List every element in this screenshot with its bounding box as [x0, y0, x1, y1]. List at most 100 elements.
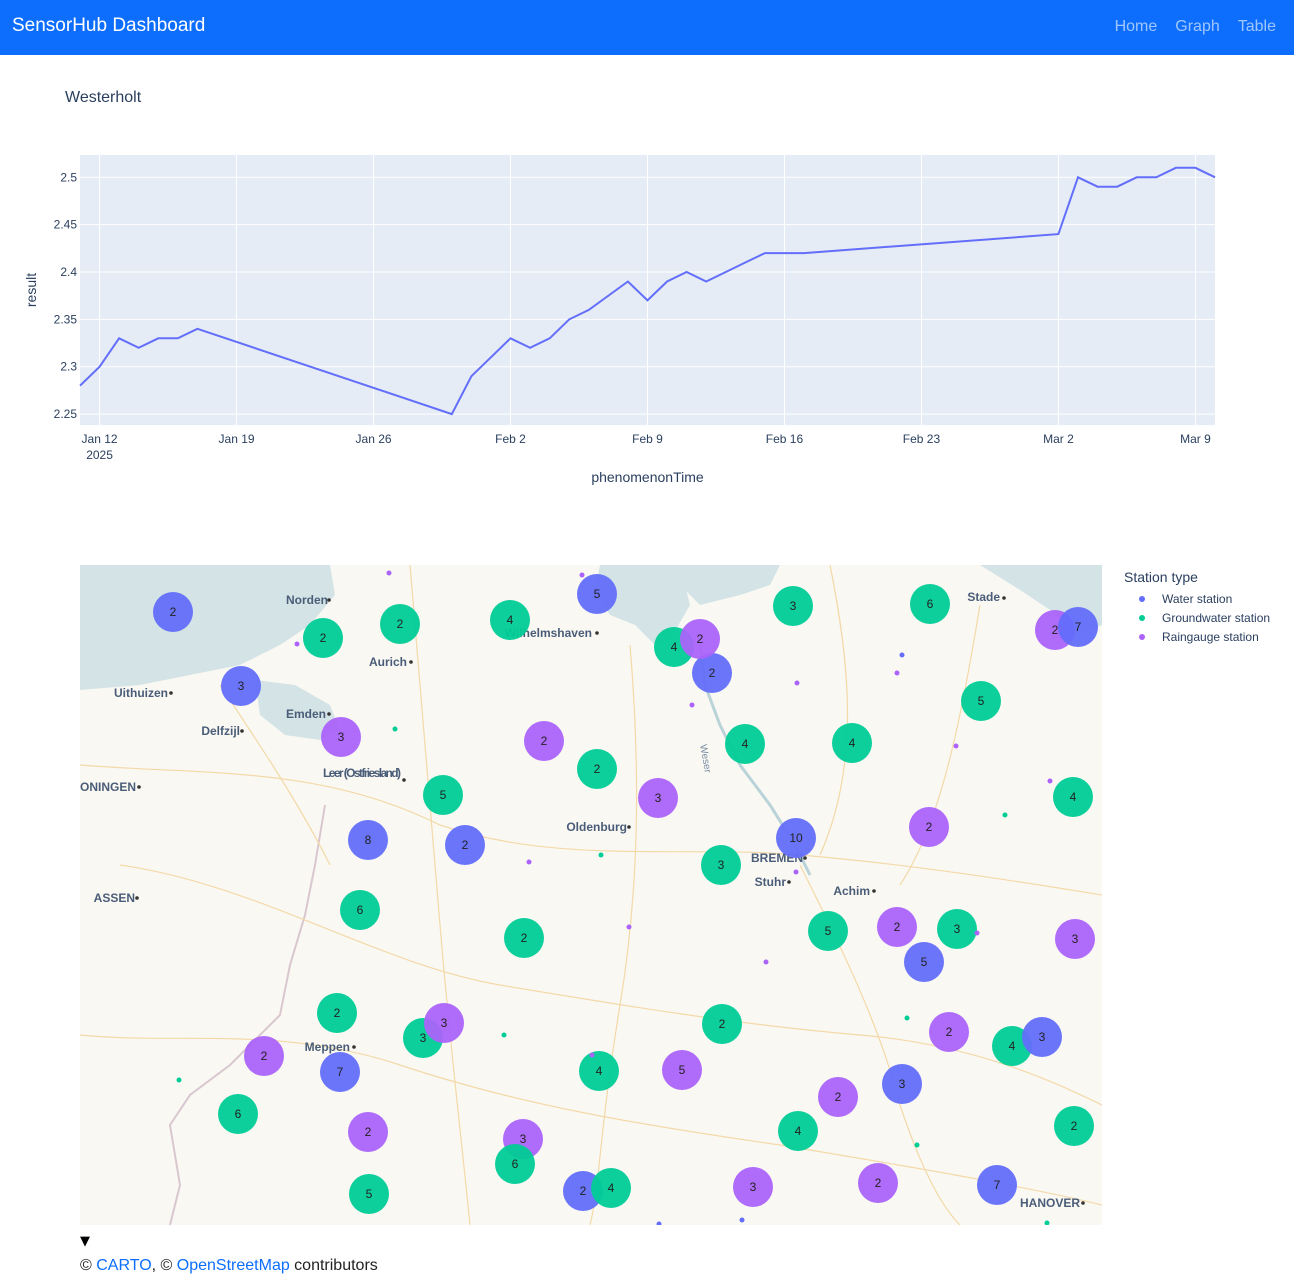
station-cluster[interactable]: 3	[1055, 919, 1095, 959]
station-cluster[interactable]: 4	[725, 724, 765, 764]
station-dot[interactable]	[579, 572, 585, 578]
station-cluster[interactable]: 5	[808, 911, 848, 951]
station-dot[interactable]	[914, 1142, 920, 1148]
station-dot[interactable]	[386, 570, 392, 576]
station-cluster[interactable]: 2	[877, 907, 917, 947]
city-label: Delfzijl	[201, 724, 240, 738]
nav-link-graph[interactable]: Graph	[1175, 18, 1219, 36]
station-cluster[interactable]: 2	[680, 619, 720, 659]
station-cluster[interactable]: 6	[495, 1144, 535, 1184]
station-dot[interactable]	[974, 930, 980, 936]
station-cluster[interactable]: 2	[303, 618, 343, 658]
nav-link-home[interactable]: Home	[1115, 18, 1158, 36]
station-dot[interactable]	[626, 924, 632, 930]
brand-title[interactable]: SensorHub Dashboard	[12, 15, 205, 37]
station-cluster[interactable]: 7	[977, 1165, 1017, 1205]
station-cluster[interactable]: 2	[445, 825, 485, 865]
station-cluster[interactable]: 4	[832, 723, 872, 763]
details-toggle-icon[interactable]: ▼	[80, 1234, 90, 1249]
station-dot[interactable]	[794, 680, 800, 686]
station-dot[interactable]	[656, 1221, 662, 1226]
station-dot[interactable]	[501, 1032, 507, 1038]
station-cluster[interactable]: 3	[321, 717, 361, 757]
station-cluster[interactable]: 2	[348, 1112, 388, 1152]
station-dot[interactable]	[953, 743, 959, 749]
station-cluster[interactable]: 5	[349, 1174, 389, 1214]
x-tick-label: Jan 12	[82, 432, 118, 446]
station-cluster[interactable]: 3	[701, 845, 741, 885]
station-dot[interactable]	[294, 641, 300, 647]
station-cluster[interactable]: 2	[858, 1163, 898, 1203]
station-cluster[interactable]: 6	[218, 1094, 258, 1134]
city-dot	[137, 785, 141, 789]
nav-link-table[interactable]: Table	[1238, 18, 1276, 36]
station-cluster[interactable]: 2	[692, 653, 732, 693]
station-cluster[interactable]: 2	[317, 993, 357, 1033]
legend-item-water[interactable]: Water station	[1124, 589, 1270, 608]
station-cluster[interactable]: 2	[818, 1077, 858, 1117]
station-map[interactable]: Norden Aurich Wilhelmshaven Stade Uithuizen E…	[80, 565, 1102, 1225]
station-cluster[interactable]: 4	[778, 1111, 818, 1151]
station-cluster[interactable]: 3	[1022, 1017, 1062, 1057]
carto-link[interactable]: CARTO	[96, 1257, 151, 1274]
station-cluster[interactable]: 3	[424, 1003, 464, 1043]
station-cluster[interactable]: 3	[937, 909, 977, 949]
station-cluster[interactable]: 4	[490, 600, 530, 640]
x-tick-label: Jan 19	[219, 432, 255, 446]
line-chart[interactable]: 2.25 2.3 2.35 2.4 2.45 2.5 Jan 12 Jan 19 Jan 26 F…	[0, 120, 1294, 500]
station-cluster[interactable]: 3	[882, 1064, 922, 1104]
station-cluster[interactable]: 7	[320, 1052, 360, 1092]
station-cluster[interactable]: 10	[776, 818, 816, 858]
station-dot[interactable]	[589, 1052, 595, 1058]
station-dot[interactable]	[1044, 1220, 1050, 1226]
station-cluster[interactable]: 5	[961, 681, 1001, 721]
station-cluster[interactable]: 3	[733, 1167, 773, 1207]
station-cluster[interactable]: 5	[423, 775, 463, 815]
city-dot	[135, 896, 139, 900]
station-cluster[interactable]: 2	[577, 749, 617, 789]
cluster-count-label: 4	[795, 1124, 802, 1138]
station-dot[interactable]	[689, 702, 695, 708]
station-dot[interactable]	[176, 1077, 182, 1083]
station-cluster[interactable]: 2	[702, 1004, 742, 1044]
station-dot[interactable]	[763, 959, 769, 965]
station-cluster[interactable]: 3	[221, 666, 261, 706]
station-cluster[interactable]: 2	[153, 592, 193, 632]
station-dot[interactable]	[894, 670, 900, 676]
station-cluster[interactable]: 4	[1053, 777, 1093, 817]
station-cluster[interactable]: 2	[1054, 1106, 1094, 1146]
station-cluster[interactable]: 8	[348, 820, 388, 860]
station-dot[interactable]	[598, 852, 604, 858]
legend-item-raingauge[interactable]: Raingauge station	[1124, 627, 1270, 646]
station-cluster[interactable]: 5	[904, 942, 944, 982]
station-cluster[interactable]: 2	[380, 604, 420, 644]
osm-link[interactable]: OpenStreetMap	[177, 1257, 290, 1274]
station-dot[interactable]	[1002, 812, 1008, 818]
station-cluster[interactable]: 6	[340, 890, 380, 930]
station-dot[interactable]	[392, 726, 398, 732]
station-cluster[interactable]: 2	[524, 721, 564, 761]
station-cluster[interactable]: 2	[929, 1012, 969, 1052]
station-dot[interactable]	[904, 1015, 910, 1021]
station-cluster[interactable]: 3	[773, 586, 813, 626]
station-cluster[interactable]: 7	[1058, 607, 1098, 647]
station-dot[interactable]	[899, 652, 905, 658]
station-cluster[interactable]: 6	[910, 584, 950, 624]
map-canvas[interactable]: NordenAurichWilhelmshavenStadeUithuizenE…	[80, 565, 1102, 1225]
station-cluster[interactable]: 3	[638, 778, 678, 818]
station-dot[interactable]	[1047, 778, 1053, 784]
water-station-dot-icon	[1139, 595, 1145, 602]
station-cluster[interactable]: 4	[579, 1051, 619, 1091]
station-cluster[interactable]: 2	[909, 807, 949, 847]
station-dot[interactable]	[793, 869, 799, 875]
cluster-count-label: 3	[750, 1180, 757, 1194]
station-dot[interactable]	[526, 859, 532, 865]
station-dot[interactable]	[739, 1217, 745, 1223]
legend-item-groundwater[interactable]: Groundwater station	[1124, 608, 1270, 627]
station-cluster[interactable]: 4	[591, 1168, 631, 1208]
station-cluster[interactable]: 5	[662, 1050, 702, 1090]
station-cluster[interactable]: 5	[577, 574, 617, 614]
station-cluster[interactable]: 2	[504, 918, 544, 958]
cluster-count-label: 3	[1072, 932, 1079, 946]
station-cluster[interactable]: 2	[244, 1036, 284, 1076]
